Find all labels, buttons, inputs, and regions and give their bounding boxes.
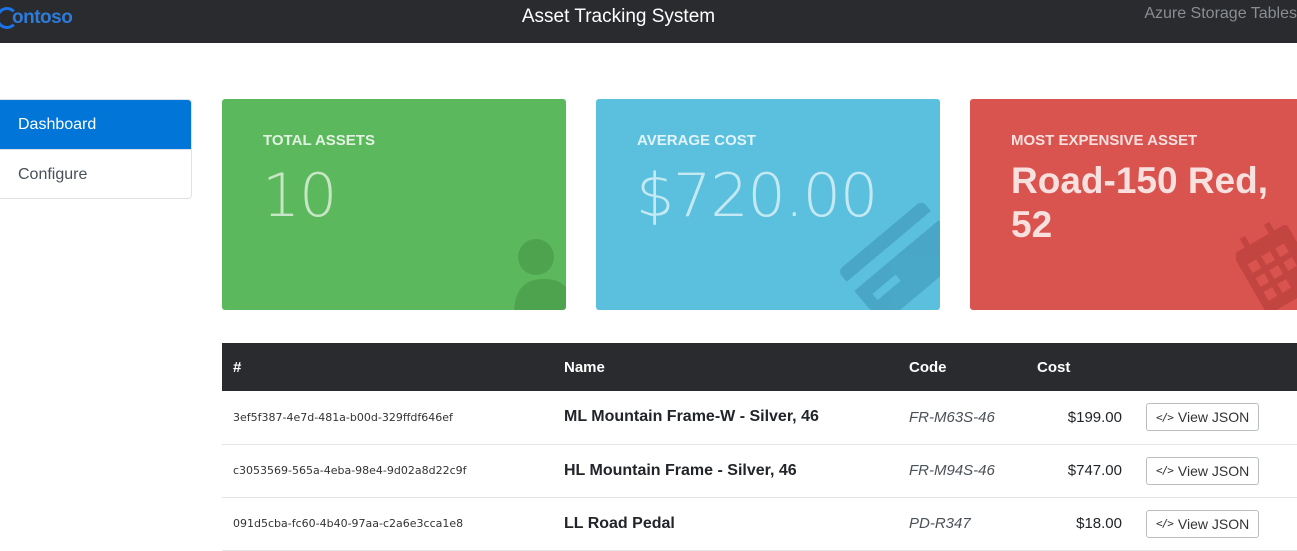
calendar-icon bbox=[1236, 221, 1297, 310]
card-value: 10 bbox=[262, 161, 337, 231]
asset-id: 3ef5f387-4e7d-481a-b00d-329ffdf646ef bbox=[233, 410, 453, 424]
table-row: 3ef5f387-4e7d-481a-b00d-329ffdf646ef ML … bbox=[222, 391, 1297, 444]
sidebar-item-dashboard[interactable]: Dashboard bbox=[0, 100, 191, 149]
table-row: c3053569-565a-4eba-98e4-9d02a8d22c9f HL … bbox=[222, 444, 1297, 497]
credit-card-icon bbox=[840, 203, 940, 310]
column-header-code: Code bbox=[909, 358, 947, 376]
code-icon: </> bbox=[1156, 464, 1174, 477]
card-label: TOTAL ASSETS bbox=[263, 132, 375, 149]
asset-code: FR-M94S-46 bbox=[909, 462, 995, 479]
code-icon: </> bbox=[1156, 410, 1174, 424]
card-label: MOST EXPENSIVE ASSET bbox=[1011, 132, 1198, 149]
view-json-button[interactable]: </> View JSON bbox=[1146, 456, 1260, 485]
total-assets-card: TOTAL ASSETS 10 bbox=[222, 99, 566, 310]
sidebar-item-configure[interactable]: Configure bbox=[0, 149, 191, 198]
asset-cost: $199.00 bbox=[1067, 408, 1122, 426]
asset-id: c3053569-565a-4eba-98e4-9d02a8d22c9f bbox=[233, 464, 467, 477]
asset-name: HL Mountain Frame - Silver, 46 bbox=[564, 461, 797, 479]
view-json-label: View JSON bbox=[1177, 462, 1250, 479]
asset-name: ML Mountain Frame-W - Silver, 46 bbox=[564, 408, 819, 426]
assets-table: # Name Code Cost 3ef5f387-4e7d-481a-b00d… bbox=[222, 343, 1297, 551]
storage-provider-label: Azure Storage Tables bbox=[1144, 5, 1297, 22]
asset-code: FR-M63S-46 bbox=[909, 408, 995, 426]
column-header-actions bbox=[1138, 343, 1297, 391]
top-navbar: ontoso Asset Tracking System Azure Stora… bbox=[0, 0, 1297, 43]
app-title: Asset Tracking System bbox=[521, 6, 716, 27]
column-header-cost: Cost bbox=[1037, 358, 1071, 376]
table-header-row: # Name Code Cost bbox=[222, 343, 1297, 391]
average-cost-card: AVERAGE COST $720.00 bbox=[596, 99, 940, 310]
column-header-name: Name bbox=[564, 358, 605, 376]
view-json-label: View JSON bbox=[1177, 409, 1250, 426]
most-expensive-card: MOST EXPENSIVE ASSET Road-150 Red, 52 bbox=[970, 99, 1297, 310]
sidebar-nav: Dashboard Configure bbox=[0, 99, 192, 199]
asset-cost: $747.00 bbox=[1067, 462, 1122, 479]
column-header-id: # bbox=[233, 358, 242, 376]
card-label: AVERAGE COST bbox=[637, 132, 756, 149]
user-icon bbox=[514, 239, 566, 310]
view-json-button[interactable]: </> View JSON bbox=[1146, 403, 1260, 432]
